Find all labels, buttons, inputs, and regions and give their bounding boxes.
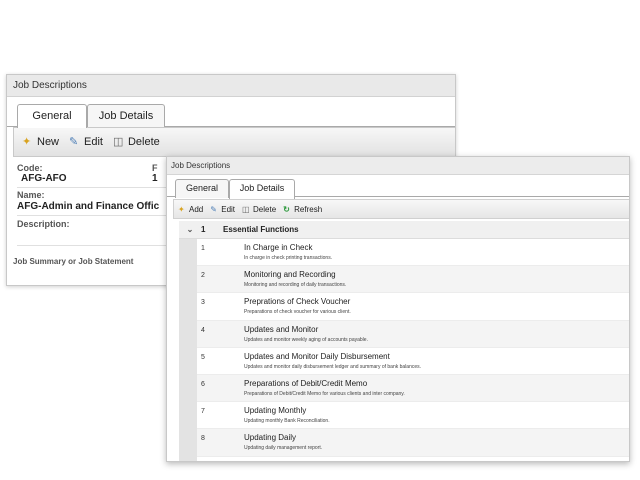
tab-general[interactable]: General [175, 179, 229, 198]
new-label: New [37, 136, 60, 148]
row-title: Updates and Monitor Daily Disbursement [244, 351, 390, 361]
window-title: Job Descriptions [167, 157, 629, 175]
row-description: Preparations of check voucher for variou… [244, 309, 351, 316]
new-document-icon: ✦ [178, 204, 185, 214]
delete-button[interactable]: ◫ Delete [113, 136, 160, 148]
delete-label: Delete [253, 204, 277, 214]
delete-trash-icon: ◫ [242, 204, 250, 214]
description-label: Description: [17, 219, 70, 229]
row-description: Updates and monitor weekly aging of acco… [244, 336, 368, 343]
row-number: 5 [201, 353, 205, 361]
group-label: Essential Functions [223, 225, 299, 234]
table-row[interactable]: 5 Updates and Monitor Daily Disbursement… [197, 348, 629, 375]
delete-button[interactable]: ◫ Delete [242, 205, 276, 214]
edit-button[interactable]: ✎ Edit [210, 205, 235, 214]
row-description: Monitoring and recording of daily transa… [244, 282, 347, 289]
row-description: Updating monthly Bank Reconciliation. [244, 418, 330, 425]
row-title: Preprations of Check Voucher [244, 297, 351, 307]
job-details-grid: ⌄ 1 Essential Functions 1 In Charge in C… [179, 221, 629, 461]
row-title: Updates and Monitor [244, 324, 319, 334]
table-row[interactable]: 6 Preparations of Debit/Credit Memo Prep… [197, 374, 629, 403]
group-number: 1 [201, 225, 206, 234]
secondary-label: F [152, 163, 158, 173]
row-title: In Charge in Check [244, 243, 313, 252]
row-title: Preparations of Debit/Credit Memo [244, 378, 368, 388]
code-field[interactable]: AFG-AFO [21, 173, 67, 184]
row-description: Preparations of Debit/Credit Memo for va… [244, 390, 405, 397]
name-field[interactable]: AFG-Admin and Finance Offic [17, 201, 159, 212]
table-row[interactable]: 3 Preprations of Check Voucher Preparati… [197, 293, 629, 321]
new-button[interactable]: ✦ New [22, 136, 59, 148]
table-row[interactable]: 4 Updates and Monitor Updates and monito… [197, 320, 629, 348]
row-title: Monitoring and Recording [244, 270, 336, 280]
delete-trash-icon: ◫ [112, 136, 124, 148]
table-row[interactable]: 1 In Charge in Check In charge in check … [197, 239, 629, 267]
table-row[interactable]: 8 Updating Daily Updating daily manageme… [197, 429, 629, 457]
tab-general[interactable]: General [17, 104, 87, 128]
row-number: 7 [201, 408, 205, 416]
toolbar: ✦ New ✎ Edit ◫ Delete [13, 127, 455, 157]
group-row[interactable]: ⌄ 1 Essential Functions [179, 221, 629, 239]
new-document-icon: ✦ [22, 136, 32, 148]
delete-label: Delete [127, 136, 160, 148]
table-row[interactable]: 2 Monitoring and Recording Monitoring an… [197, 266, 629, 294]
add-button[interactable]: ✦ Add [178, 205, 203, 214]
row-number: 3 [201, 299, 205, 307]
edit-label: Edit [84, 136, 103, 148]
table-row[interactable]: 7 Updating Monthly Updating monthly Bank… [197, 402, 629, 430]
tab-job-details[interactable]: Job Details [87, 104, 165, 128]
refresh-arrows-icon: ↻ [283, 204, 290, 214]
row-title: Updating Monthly [244, 406, 307, 416]
code-label: Code: [17, 163, 43, 173]
refresh-button[interactable]: ↻ Refresh [283, 205, 322, 214]
job-summary-label: Job Summary or Job Statement [13, 257, 134, 266]
edit-pencil-icon: ✎ [210, 204, 217, 214]
job-descriptions-window-front: Job Descriptions General Job Details ✦ A… [166, 156, 630, 462]
toolbar: ✦ Add ✎ Edit ◫ Delete ↻ Refresh [173, 199, 629, 219]
add-label: Add [189, 204, 204, 214]
tab-strip: General Job Details [167, 175, 629, 199]
name-label: Name: [17, 190, 45, 200]
window-title: Job Descriptions [7, 75, 455, 97]
refresh-label: Refresh [294, 204, 323, 214]
row-title: Updating Daily [244, 433, 297, 443]
edit-label: Edit [221, 204, 236, 214]
row-number: 2 [201, 272, 205, 280]
row-description: Updating daily management report. [244, 445, 323, 452]
row-number: 6 [201, 380, 205, 388]
secondary-field[interactable]: 1 [152, 173, 158, 184]
chevron-down-icon[interactable]: ⌄ [179, 225, 201, 234]
group-indent [179, 239, 197, 461]
tab-strip: General Job Details [7, 97, 455, 128]
row-number: 1 [201, 245, 205, 252]
edit-button[interactable]: ✎ Edit [69, 136, 103, 148]
edit-pencil-icon: ✎ [69, 136, 79, 148]
row-number: 4 [201, 326, 205, 334]
row-description: In charge in check printing transactions… [244, 255, 333, 261]
tab-job-details[interactable]: Job Details [229, 179, 295, 199]
row-description: Updates and monitor daily disbursement l… [244, 363, 422, 370]
row-number: 8 [201, 435, 205, 443]
